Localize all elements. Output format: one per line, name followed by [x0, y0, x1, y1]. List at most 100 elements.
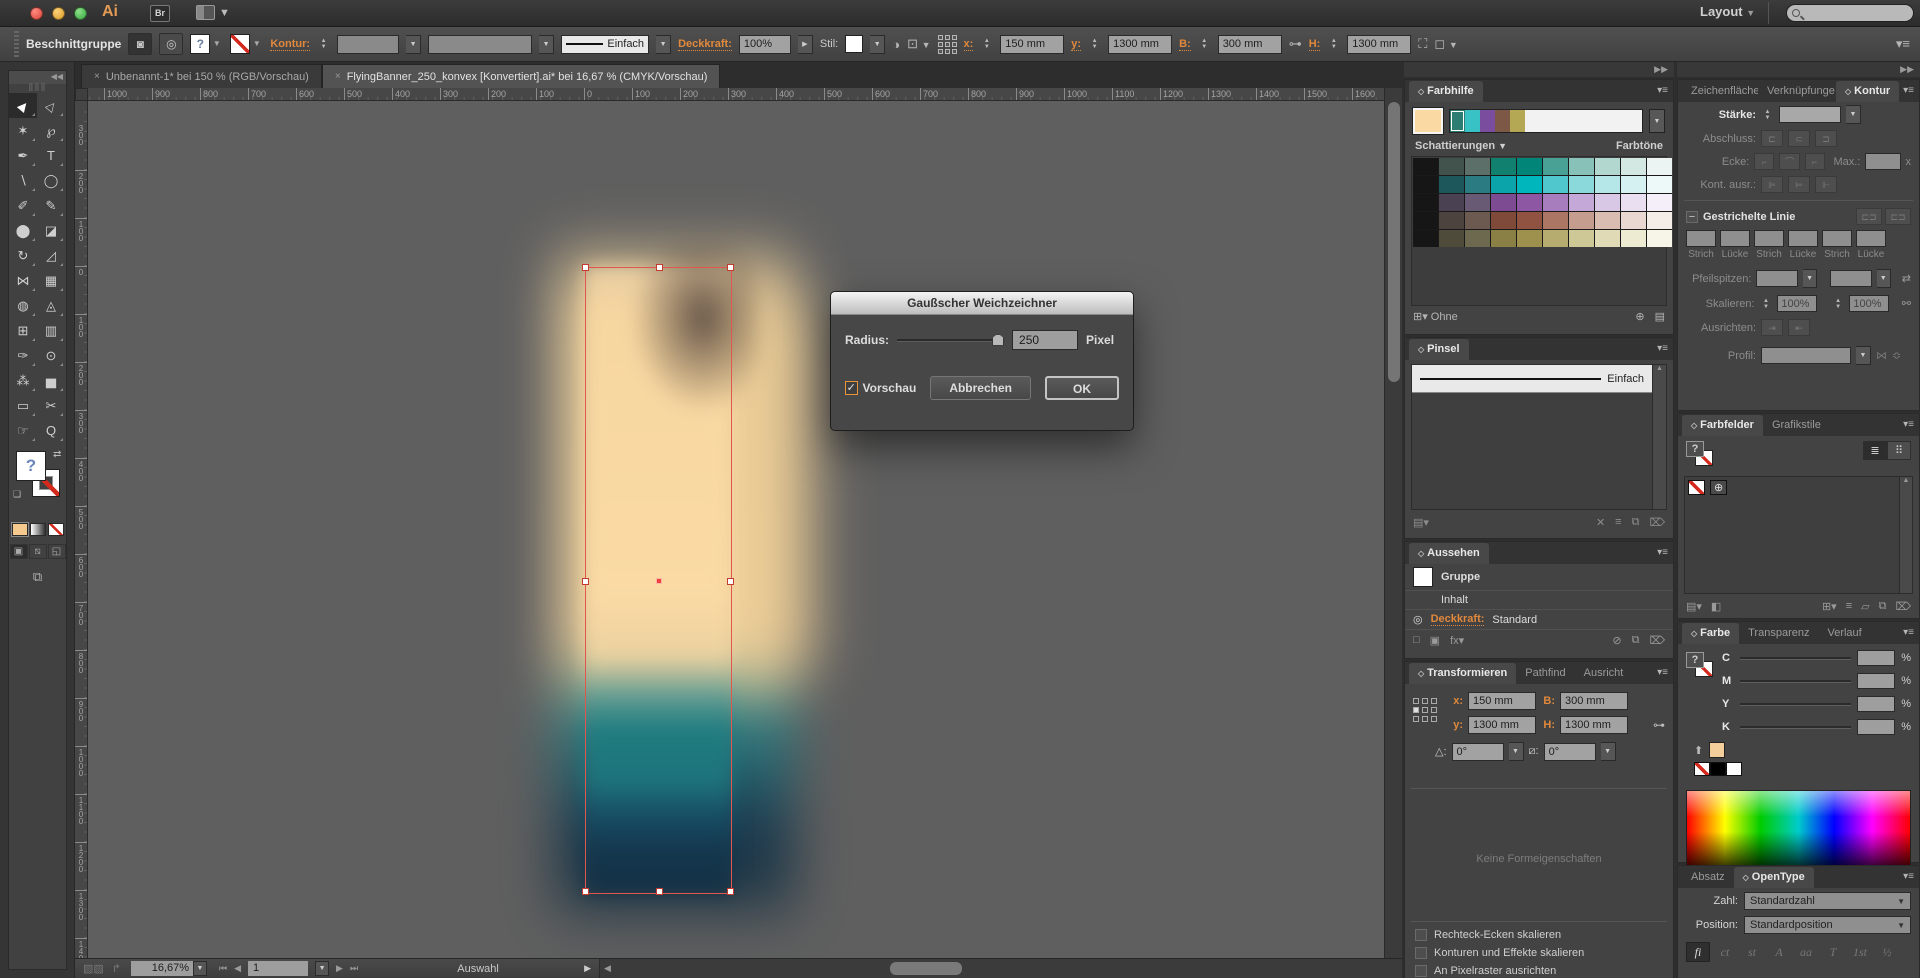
opentype-feature-button[interactable]: A: [1767, 942, 1791, 962]
selection-handle[interactable]: [582, 888, 589, 895]
new-fill-icon[interactable]: ▣: [1430, 634, 1440, 647]
brush-definition-control[interactable]: Einfach: [561, 35, 649, 54]
shape-builder-tool[interactable]: ◍: [9, 293, 37, 318]
minimize-window-button[interactable]: [52, 7, 65, 20]
color-variation-swatch[interactable]: [1543, 176, 1568, 193]
tab-absatz[interactable]: Absatz: [1682, 867, 1734, 888]
fill-color-control[interactable]: ?▼: [190, 34, 223, 54]
link-scale-icon[interactable]: ⚯: [1902, 297, 1911, 310]
transform-height-field[interactable]: 1300 mm: [1560, 716, 1628, 734]
close-tab-icon[interactable]: ×: [335, 71, 341, 82]
color-variation-swatch[interactable]: [1517, 158, 1542, 175]
preserve-dash-button[interactable]: ⊏⊐: [1856, 208, 1882, 225]
symbol-sprayer-tool[interactable]: ⁂: [9, 368, 37, 393]
magic-wand-tool[interactable]: ✶: [9, 118, 37, 143]
color-variation-swatch[interactable]: [1491, 212, 1516, 229]
tab-farbe[interactable]: Farbe: [1682, 623, 1739, 644]
hand-tool[interactable]: ☞: [9, 418, 37, 443]
color-spectrum-bar[interactable]: [1686, 790, 1911, 866]
tab-ausrichten[interactable]: Ausricht: [1575, 663, 1633, 684]
default-fill-stroke-icon[interactable]: ❏: [13, 489, 21, 500]
status-menu-icon[interactable]: ▶: [584, 963, 591, 974]
color-variation-swatch[interactable]: [1439, 176, 1464, 193]
panel-menu-icon[interactable]: ▾≡: [1657, 667, 1668, 678]
color-variation-swatch[interactable]: [1517, 176, 1542, 193]
zoom-tool[interactable]: Q: [37, 418, 65, 443]
color-variation-swatch[interactable]: [1647, 176, 1672, 193]
document-tab[interactable]: ×Unbenannt-1* bei 150 % (RGB/Vorschau): [81, 64, 322, 88]
previous-artboard-icon[interactable]: ◀: [234, 963, 241, 974]
color-variation-swatch[interactable]: [1595, 158, 1620, 175]
color-variation-swatch[interactable]: [1491, 194, 1516, 211]
channel-slider[interactable]: [1740, 703, 1851, 706]
paintbrush-tool[interactable]: ✐: [9, 193, 37, 218]
color-variation-swatch[interactable]: [1647, 194, 1672, 211]
dash-gap-field[interactable]: [1720, 230, 1750, 247]
zoom-window-button[interactable]: [74, 7, 87, 20]
swatch-scrollbar[interactable]: ▲: [1899, 477, 1912, 593]
channel-value-field[interactable]: [1857, 696, 1895, 712]
selection-handle[interactable]: [727, 888, 734, 895]
eraser-tool[interactable]: ◪: [37, 218, 65, 243]
blob-brush-tool[interactable]: ⬤: [9, 218, 37, 243]
round-join-button[interactable]: ⌒: [1779, 153, 1799, 170]
document-setup-icon[interactable]: ◑: [892, 37, 900, 52]
harmony-color-swatch[interactable]: [1465, 110, 1480, 132]
gradient-tool[interactable]: ▥: [37, 318, 65, 343]
radius-input[interactable]: 250: [1012, 330, 1078, 350]
search-input[interactable]: [1786, 4, 1914, 22]
channel-slider[interactable]: [1740, 657, 1851, 660]
opentype-feature-button[interactable]: st: [1740, 942, 1764, 962]
position-dropdown[interactable]: Standardposition▼: [1744, 916, 1911, 934]
direct-selection-tool[interactable]: ▷: [37, 93, 65, 118]
fill-color-well[interactable]: ?: [16, 451, 46, 481]
free-transform-tool[interactable]: ▦: [37, 268, 65, 293]
stroke-weight-stepper[interactable]: ▲▼: [317, 35, 330, 54]
collapse-dock-icon[interactable]: ▶▶: [1677, 62, 1920, 77]
align-center-button[interactable]: ⊫: [1761, 176, 1783, 193]
color-variation-swatch[interactable]: [1439, 212, 1464, 229]
share-icon[interactable]: ↱: [112, 962, 121, 975]
height-label[interactable]: H:: [1309, 38, 1321, 51]
appearance-row-opacity[interactable]: ◎Deckkraft:Standard: [1405, 610, 1673, 630]
constrain-proportions-icon[interactable]: ⊶: [1653, 718, 1665, 732]
first-artboard-icon[interactable]: ⏮: [219, 963, 227, 974]
color-variation-swatch[interactable]: [1569, 194, 1594, 211]
radius-slider-thumb[interactable]: [992, 334, 1004, 346]
swap-fill-stroke-icon[interactable]: ⇄: [53, 449, 61, 460]
bevel-join-button[interactable]: ⌐: [1805, 153, 1825, 170]
selection-center-point[interactable]: [656, 578, 662, 584]
last-artboard-icon[interactable]: ⏭: [350, 963, 358, 974]
color-variation-swatch[interactable]: [1543, 230, 1568, 247]
butt-cap-button[interactable]: ⊏: [1761, 130, 1783, 147]
registration-swatch[interactable]: ⊕: [1710, 480, 1727, 495]
width-field[interactable]: 300 mm: [1218, 35, 1282, 54]
scale-end-stepper[interactable]: ▲▼: [1832, 294, 1845, 313]
rotate-angle-dropdown[interactable]: ▼: [1509, 742, 1524, 761]
arrowhead-end-field[interactable]: [1830, 270, 1872, 287]
color-variation-swatch[interactable]: [1413, 212, 1438, 229]
tab-pathfinder[interactable]: Pathfind: [1516, 663, 1574, 684]
delete-brush-icon[interactable]: ⌦: [1649, 516, 1665, 529]
tools-grip[interactable]: ⣿⣿⣿: [9, 84, 66, 93]
color-variation-swatch[interactable]: [1439, 230, 1464, 247]
arrowhead-start-field[interactable]: [1756, 270, 1798, 287]
remove-brush-stroke-icon[interactable]: ✕: [1596, 516, 1605, 529]
dash-gap-field[interactable]: [1788, 230, 1818, 247]
fill-proxy-swatch[interactable]: ?: [1686, 652, 1704, 668]
recolor-artwork-button[interactable]: ◎: [159, 33, 183, 55]
constrain-proportions-icon[interactable]: ⊶: [1289, 36, 1302, 52]
harmony-color-swatch[interactable]: [1495, 110, 1510, 132]
ok-button[interactable]: OK: [1045, 376, 1119, 400]
horizontal-scrollbar[interactable]: ◀: [599, 959, 1402, 978]
channel-slider[interactable]: [1740, 726, 1851, 729]
panel-menu-icon[interactable]: ▾≡: [1903, 419, 1914, 430]
bridge-button[interactable]: Br: [150, 5, 170, 22]
artboard-tool[interactable]: ▭: [9, 393, 37, 418]
list-view-button[interactable]: ≣: [1863, 441, 1887, 460]
rotate-angle-field[interactable]: 0°: [1452, 743, 1504, 761]
shear-angle-field[interactable]: 0°: [1544, 743, 1596, 761]
dialog-title[interactable]: Gaußscher Weichzeichner: [831, 292, 1133, 315]
ruler-origin-corner[interactable]: [75, 88, 88, 101]
transform-icon[interactable]: ⛶: [1418, 36, 1427, 52]
